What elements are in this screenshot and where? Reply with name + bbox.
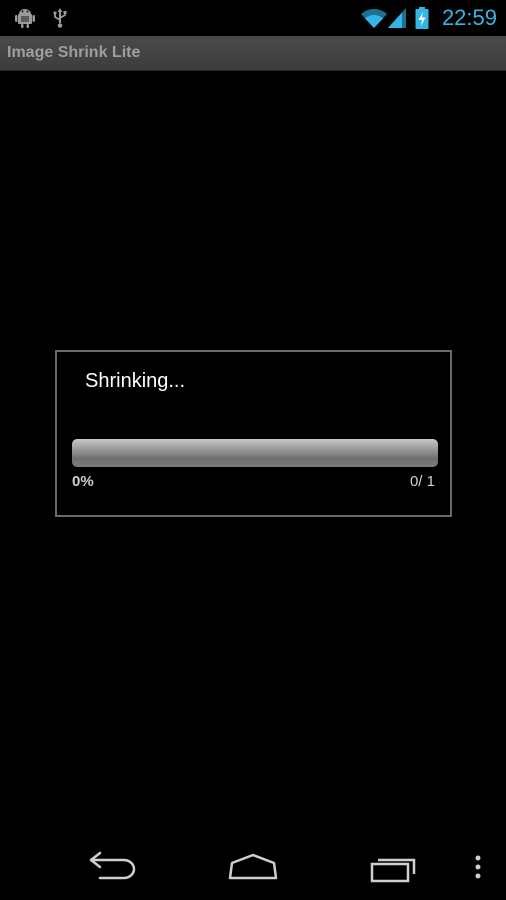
progress-dialog: Shrinking... 0% 0/ 1 xyxy=(55,350,452,517)
home-icon[interactable] xyxy=(221,848,285,888)
usb-icon xyxy=(53,8,67,28)
dialog-message: Shrinking... xyxy=(85,370,186,392)
status-bar: 22:59 xyxy=(0,0,506,36)
app-title: Image Shrink Lite xyxy=(7,44,141,61)
app-title-bar: Image Shrink Lite xyxy=(0,36,506,71)
clock: 22:59 xyxy=(441,5,497,30)
battery-charging-icon xyxy=(415,7,429,29)
navigation-bar xyxy=(0,836,506,900)
progress-percent: 0% xyxy=(72,473,94,490)
overflow-menu-icon[interactable] xyxy=(462,848,494,888)
signal-icon xyxy=(388,8,406,28)
recent-apps-icon[interactable] xyxy=(362,848,426,888)
wifi-icon xyxy=(361,8,387,28)
android-debug-icon xyxy=(15,9,35,28)
progress-bar xyxy=(72,439,438,467)
progress-count: 0/ 1 xyxy=(409,473,435,490)
back-icon[interactable] xyxy=(80,848,144,888)
